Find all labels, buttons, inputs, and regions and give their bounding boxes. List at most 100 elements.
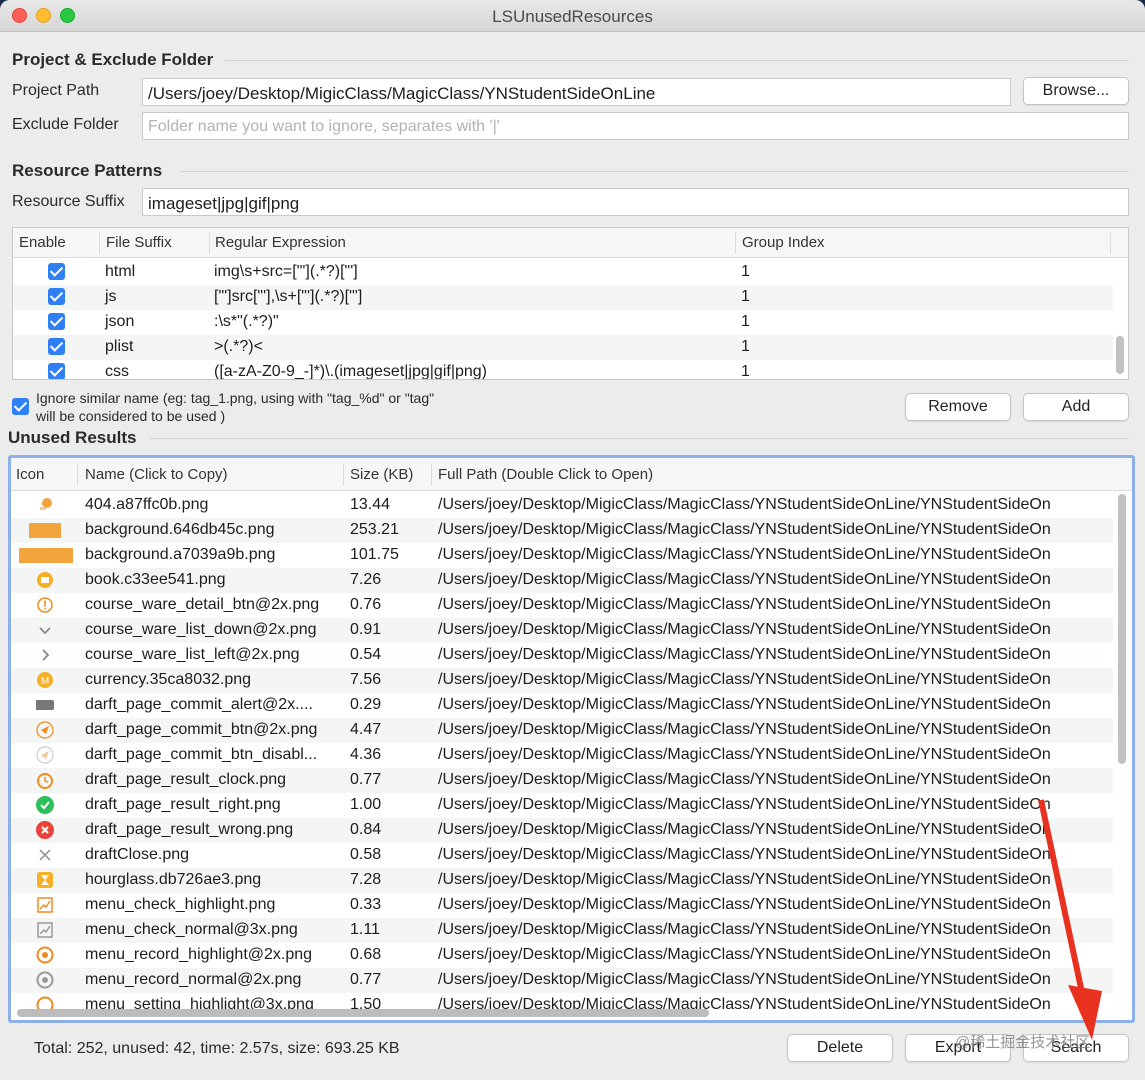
result-name[interactable]: menu_check_highlight.png xyxy=(85,896,341,914)
project-path-field[interactable]: /Users/joey/Desktop/MigicClass/MagicClas… xyxy=(142,78,1011,106)
result-full-path[interactable]: /Users/joey/Desktop/MigicClass/MagicClas… xyxy=(438,871,1113,889)
result-full-path[interactable]: /Users/joey/Desktop/MigicClass/MagicClas… xyxy=(438,571,1113,589)
result-full-path[interactable]: /Users/joey/Desktop/MigicClass/MagicClas… xyxy=(438,971,1113,989)
pattern-group-index: 1 xyxy=(741,338,750,355)
title-bar: LSUnusedResources xyxy=(0,0,1145,32)
results-horizontal-scrollbar[interactable] xyxy=(17,1009,709,1017)
column-header-full-path[interactable]: Full Path (Double Click to Open) xyxy=(438,466,653,483)
result-row[interactable]: darft_page_commit_btn@2x.png 4.47/Users/j… xyxy=(11,718,1113,743)
column-header-icon[interactable]: Icon xyxy=(16,466,44,483)
result-name[interactable]: course_ware_detail_btn@2x.png xyxy=(85,596,341,614)
column-header-name[interactable]: Name (Click to Copy) xyxy=(85,466,228,483)
pattern-row[interactable]: js ["']src["'],\s+["'](.*?)["'] 1 xyxy=(13,285,1113,310)
result-row[interactable]: course_ware_list_left@2x.png 0.54/Users/j… xyxy=(11,643,1113,668)
result-name[interactable]: darft_page_commit_btn@2x.png xyxy=(85,721,341,739)
column-header-regex[interactable]: Regular Expression xyxy=(215,234,346,251)
column-separator[interactable] xyxy=(77,464,78,486)
pattern-enable-checkbox[interactable] xyxy=(48,338,65,355)
pattern-enable-checkbox[interactable] xyxy=(48,313,65,330)
result-full-path[interactable]: /Users/joey/Desktop/MigicClass/MagicClas… xyxy=(438,646,1113,664)
pattern-row[interactable]: html img\s+src=["'](.*?)["'] 1 xyxy=(13,260,1113,285)
result-name[interactable]: hourglass.db726ae3.png xyxy=(85,871,341,889)
result-row[interactable]: draft_page_result_right.png 1.00/Users/jo… xyxy=(11,793,1113,818)
ignore-similar-checkbox[interactable] xyxy=(12,398,29,415)
result-full-path[interactable]: /Users/joey/Desktop/MigicClass/MagicClas… xyxy=(438,796,1113,814)
delete-button[interactable]: Delete xyxy=(787,1034,893,1062)
result-full-path[interactable]: /Users/joey/Desktop/MigicClass/MagicClas… xyxy=(438,746,1113,764)
result-row[interactable]: draftClose.png 0.58/Users/joey/Desktop/Mi… xyxy=(11,843,1113,868)
result-name[interactable]: 404.a87ffc0b.png xyxy=(85,496,341,514)
result-full-path[interactable]: /Users/joey/Desktop/MigicClass/MagicClas… xyxy=(438,671,1113,689)
result-row[interactable]: book.c33ee541.png 7.26/Users/joey/Desktop… xyxy=(11,568,1113,593)
column-separator[interactable] xyxy=(431,464,432,486)
result-row[interactable]: menu_record_highlight@2x.png 0.68/Users/j… xyxy=(11,943,1113,968)
result-row[interactable]: darft_page_commit_btn_disabl... 4.36/User… xyxy=(11,743,1113,768)
result-full-path[interactable]: /Users/joey/Desktop/MigicClass/MagicClas… xyxy=(438,896,1113,914)
result-row[interactable]: draft_page_result_wrong.png 0.84/Users/jo… xyxy=(11,818,1113,843)
column-header-size[interactable]: Size (KB) xyxy=(350,466,413,483)
result-full-path[interactable]: /Users/joey/Desktop/MigicClass/MagicClas… xyxy=(438,521,1113,539)
result-name[interactable]: menu_check_normal@3x.png xyxy=(85,921,341,939)
result-row[interactable]: darft_page_commit_alert@2x.... 0.29/Users… xyxy=(11,693,1113,718)
result-size: 0.58 xyxy=(350,846,382,863)
pattern-enable-checkbox[interactable] xyxy=(48,363,65,379)
result-name[interactable]: course_ware_list_down@2x.png xyxy=(85,621,341,639)
result-row[interactable]: menu_check_normal@3x.png 1.11/Users/joey/… xyxy=(11,918,1113,943)
record-normal-icon xyxy=(36,971,54,989)
result-name[interactable]: book.c33ee541.png xyxy=(85,571,341,589)
result-name[interactable]: currency.35ca8032.png xyxy=(85,671,341,689)
result-name[interactable]: menu_record_normal@2x.png xyxy=(85,971,341,989)
column-header-group-index[interactable]: Group Index xyxy=(742,234,825,251)
result-full-path[interactable]: /Users/joey/Desktop/MigicClass/MagicClas… xyxy=(438,496,1113,514)
result-name[interactable]: draft_page_result_right.png xyxy=(85,796,341,814)
resource-suffix-field[interactable]: imageset|jpg|gif|png xyxy=(142,188,1129,216)
result-full-path[interactable]: /Users/joey/Desktop/MigicClass/MagicClas… xyxy=(438,846,1113,864)
result-full-path[interactable]: /Users/joey/Desktop/MigicClass/MagicClas… xyxy=(438,621,1113,639)
pattern-enable-checkbox[interactable] xyxy=(48,263,65,280)
result-full-path[interactable]: /Users/joey/Desktop/MigicClass/MagicClas… xyxy=(438,596,1113,614)
result-full-path[interactable]: /Users/joey/Desktop/MigicClass/MagicClas… xyxy=(438,771,1113,789)
result-name[interactable]: course_ware_list_left@2x.png xyxy=(85,646,341,664)
pattern-row[interactable]: css ([a-zA-Z0-9_-]*)\.(imageset|jpg|gif|p… xyxy=(13,360,1113,379)
add-button[interactable]: Add xyxy=(1023,393,1129,421)
browse-button[interactable]: Browse... xyxy=(1023,77,1129,105)
pattern-enable-checkbox[interactable] xyxy=(48,288,65,305)
result-row[interactable]: background.646db45c.png 253.21/Users/joey… xyxy=(11,518,1113,543)
results-vertical-scrollbar[interactable] xyxy=(1118,494,1126,764)
exclude-folder-field[interactable]: Folder name you want to ignore, separate… xyxy=(142,112,1129,140)
column-separator[interactable] xyxy=(99,232,100,254)
remove-button[interactable]: Remove xyxy=(905,393,1011,421)
result-row[interactable]: course_ware_list_down@2x.png 0.91/Users/j… xyxy=(11,618,1113,643)
result-name[interactable]: menu_record_highlight@2x.png xyxy=(85,946,341,964)
result-row[interactable]: Mcurrency.35ca8032.png 7.56/Users/joey/De… xyxy=(11,668,1113,693)
result-row[interactable]: hourglass.db726ae3.png 7.28/Users/joey/De… xyxy=(11,868,1113,893)
column-separator[interactable] xyxy=(343,464,344,486)
result-row[interactable]: course_ware_detail_btn@2x.png 0.76/Users/… xyxy=(11,593,1113,618)
result-full-path[interactable]: /Users/joey/Desktop/MigicClass/MagicClas… xyxy=(438,946,1113,964)
result-row[interactable]: 404.a87ffc0b.png 13.44/Users/joey/Desktop… xyxy=(11,493,1113,518)
result-full-path[interactable]: /Users/joey/Desktop/MigicClass/MagicClas… xyxy=(438,546,1113,564)
patterns-scrollbar[interactable] xyxy=(1116,336,1124,374)
result-name[interactable]: draft_page_result_clock.png xyxy=(85,771,341,789)
result-name[interactable]: darft_page_commit_alert@2x.... xyxy=(85,696,341,714)
result-row[interactable]: menu_check_highlight.png 0.33/Users/joey/… xyxy=(11,893,1113,918)
result-name[interactable]: background.a7039a9b.png xyxy=(85,546,341,564)
column-separator[interactable] xyxy=(1110,232,1111,254)
result-name[interactable]: darft_page_commit_btn_disabl... xyxy=(85,746,341,764)
result-full-path[interactable]: /Users/joey/Desktop/MigicClass/MagicClas… xyxy=(438,821,1113,839)
column-header-enable[interactable]: Enable xyxy=(19,234,66,251)
column-separator[interactable] xyxy=(735,232,736,254)
pattern-row[interactable]: plist >(.*?)< 1 xyxy=(13,335,1113,360)
column-header-file-suffix[interactable]: File Suffix xyxy=(106,234,172,251)
result-full-path[interactable]: /Users/joey/Desktop/MigicClass/MagicClas… xyxy=(438,721,1113,739)
pattern-row[interactable]: json:\s*"(.*?)" 1 xyxy=(13,310,1113,335)
result-row[interactable]: menu_record_normal@2x.png 0.77/Users/joey… xyxy=(11,968,1113,993)
result-name[interactable]: background.646db45c.png xyxy=(85,521,341,539)
result-row[interactable]: draft_page_result_clock.png 0.77/Users/jo… xyxy=(11,768,1113,793)
result-name[interactable]: draftClose.png xyxy=(85,846,341,864)
column-separator[interactable] xyxy=(209,232,210,254)
result-row[interactable]: background.a7039a9b.png 101.75/Users/joey… xyxy=(11,543,1113,568)
result-name[interactable]: draft_page_result_wrong.png xyxy=(85,821,341,839)
result-full-path[interactable]: /Users/joey/Desktop/MigicClass/MagicClas… xyxy=(438,696,1113,714)
result-full-path[interactable]: /Users/joey/Desktop/MigicClass/MagicClas… xyxy=(438,921,1113,939)
